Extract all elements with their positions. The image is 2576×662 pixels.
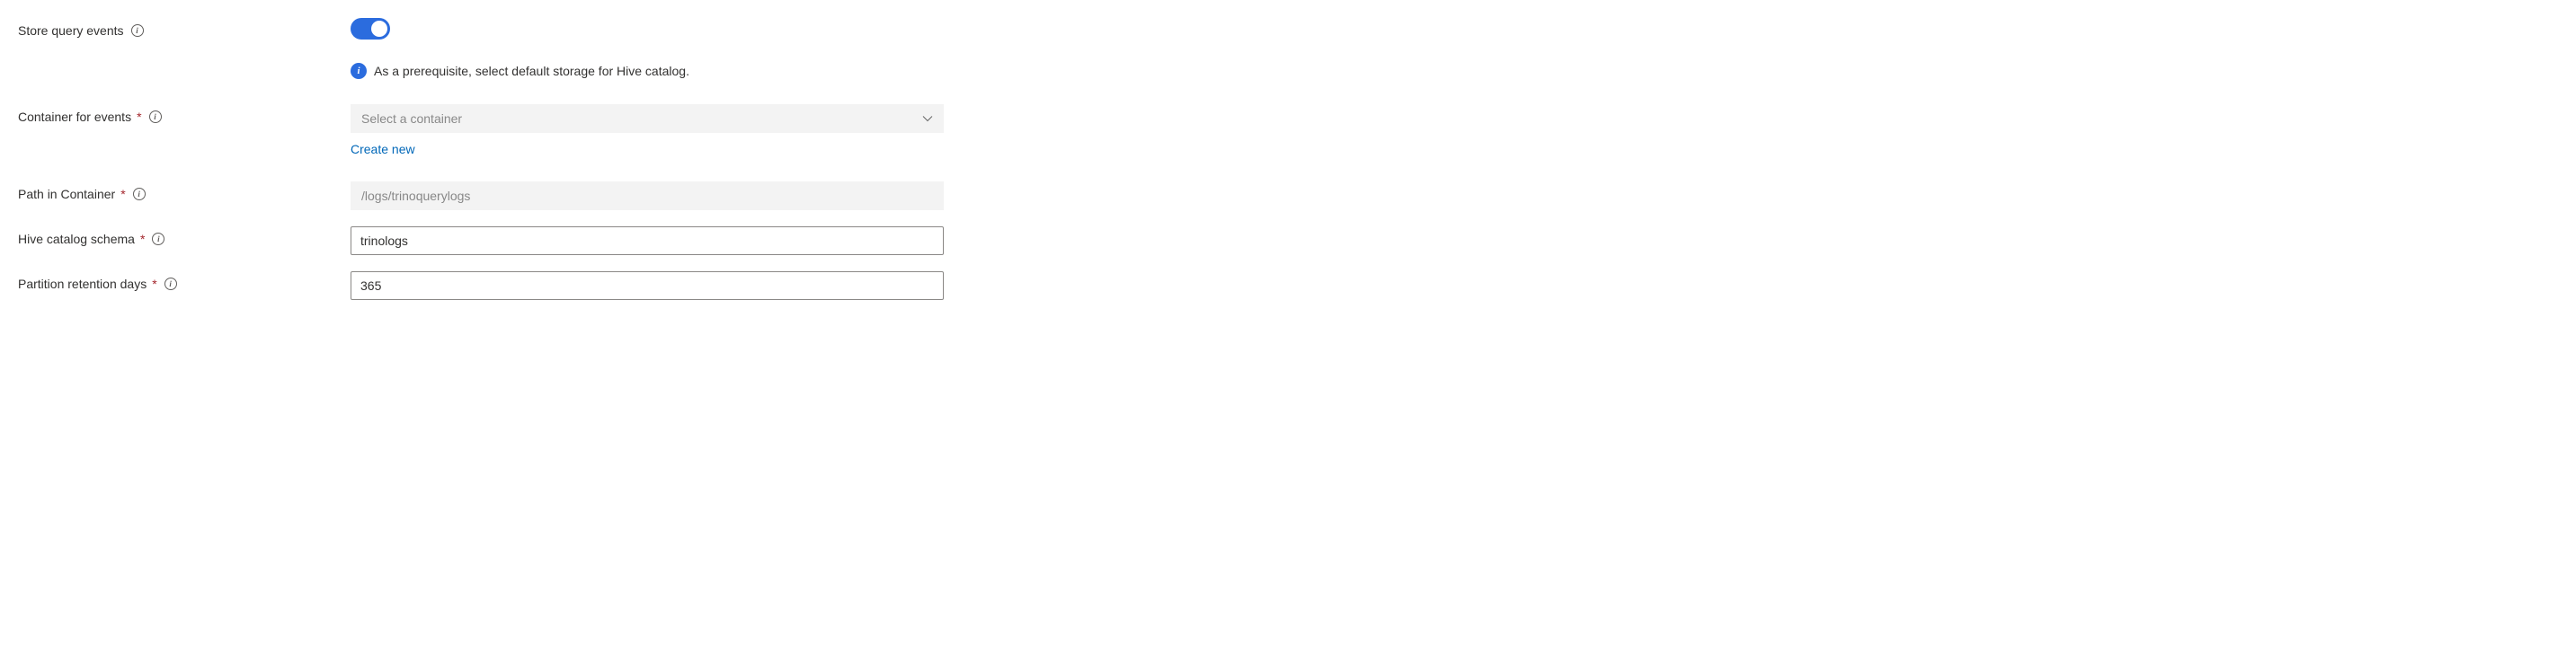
row-container-for-events: Container for events * i Select a contai… (18, 104, 2558, 156)
info-icon[interactable]: i (152, 233, 164, 245)
control-container-for-events: Select a container Create new (351, 104, 944, 156)
label-path-in-container: Path in Container * i (18, 181, 351, 201)
path-in-container-input[interactable]: /logs/trinoquerylogs (351, 181, 944, 210)
partition-retention-days-input[interactable] (351, 271, 944, 300)
label-text: Partition retention days (18, 277, 147, 291)
control-path-in-container: /logs/trinoquerylogs (351, 181, 944, 210)
required-asterisk: * (120, 187, 125, 201)
required-asterisk: * (152, 277, 156, 291)
label-hive-catalog-schema: Hive catalog schema * i (18, 226, 351, 246)
chevron-down-icon (922, 113, 933, 124)
required-asterisk: * (137, 110, 141, 124)
create-new-link[interactable]: Create new (351, 142, 944, 156)
label-text: Hive catalog schema (18, 232, 135, 246)
label-text: Container for events (18, 110, 131, 124)
control-store-query-events: i As a prerequisite, select default stor… (351, 18, 944, 79)
control-hive-catalog-schema (351, 226, 944, 255)
label-container-for-events: Container for events * i (18, 104, 351, 124)
prerequisite-text: As a prerequisite, select default storag… (374, 64, 689, 78)
toggle-knob (371, 21, 387, 37)
info-icon[interactable]: i (133, 188, 146, 200)
label-text: Path in Container (18, 187, 115, 201)
control-partition-retention-days (351, 271, 944, 300)
info-icon[interactable]: i (164, 278, 177, 290)
info-badge-icon: i (351, 63, 367, 79)
hive-catalog-schema-input[interactable] (351, 226, 944, 255)
prerequisite-message: i As a prerequisite, select default stor… (351, 63, 944, 79)
row-store-query-events: Store query events i i As a prerequisite… (18, 18, 2558, 79)
row-partition-retention-days: Partition retention days * i (18, 271, 2558, 300)
info-icon[interactable]: i (131, 24, 144, 37)
container-select-placeholder: Select a container (361, 111, 462, 126)
row-path-in-container: Path in Container * i /logs/trinoquerylo… (18, 181, 2558, 210)
info-icon[interactable]: i (149, 110, 162, 123)
container-select[interactable]: Select a container (351, 104, 944, 133)
row-hive-catalog-schema: Hive catalog schema * i (18, 226, 2558, 255)
path-placeholder: /logs/trinoquerylogs (361, 189, 470, 203)
label-store-query-events: Store query events i (18, 18, 351, 38)
toggle-store-query-events[interactable] (351, 18, 390, 40)
label-text: Store query events (18, 23, 124, 38)
required-asterisk: * (140, 232, 145, 246)
label-partition-retention-days: Partition retention days * i (18, 271, 351, 291)
